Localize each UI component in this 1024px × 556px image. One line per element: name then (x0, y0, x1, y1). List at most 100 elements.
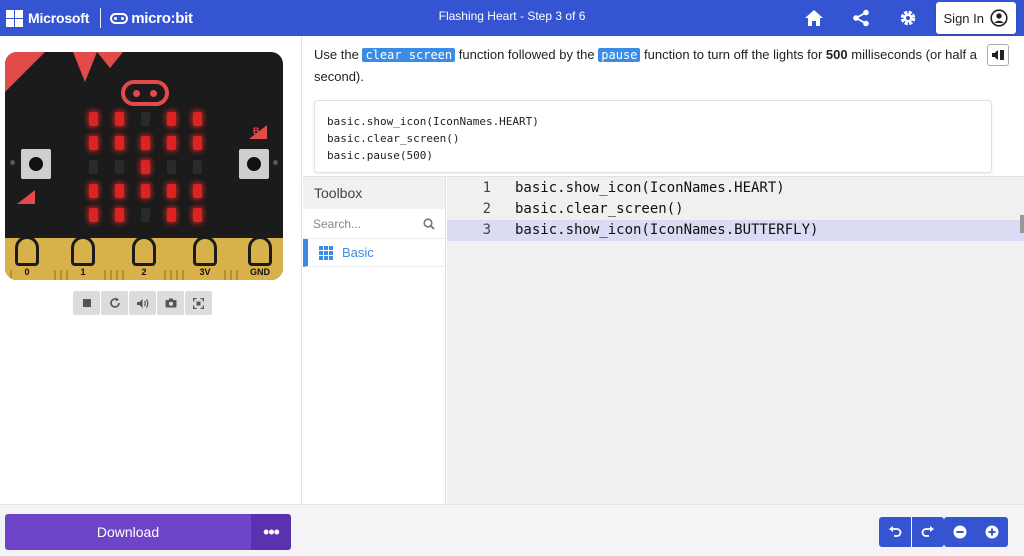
redo-icon[interactable] (912, 517, 944, 547)
line-number: 3 (482, 222, 491, 238)
led (193, 184, 202, 198)
gear-icon[interactable] (885, 0, 932, 36)
led (89, 208, 98, 222)
pin-2[interactable] (132, 236, 156, 266)
pin-label: 0 (24, 267, 30, 277)
microbit-logo-on-board (121, 80, 169, 106)
line-number: 2 (482, 201, 491, 217)
pin-1[interactable] (71, 236, 95, 266)
brand-name: Microsoft (28, 10, 90, 26)
instr-text: function to turn off the lights for (644, 47, 823, 62)
undo-icon[interactable] (879, 517, 911, 547)
led (89, 184, 98, 198)
led (193, 160, 202, 174)
zoom-out-icon[interactable] (944, 517, 976, 547)
led (193, 208, 202, 222)
toolbox-search-input[interactable]: Search... (303, 209, 445, 239)
led (115, 136, 124, 150)
led (193, 136, 202, 150)
pin-0[interactable] (15, 236, 39, 266)
led (141, 208, 150, 222)
simulator-panel: A B 0 1 2 3V GND (0, 36, 302, 504)
pin-label: 2 (141, 267, 147, 277)
zoom-in-icon[interactable] (976, 517, 1008, 547)
led (141, 184, 150, 198)
pin-label: 3V (199, 267, 211, 277)
button-a[interactable] (21, 149, 51, 179)
more-options-button[interactable]: ••• (251, 514, 291, 550)
screenshot-icon[interactable] (157, 291, 184, 315)
led (167, 160, 176, 174)
toolbox-panel: Toolbox Search... Basic (303, 176, 446, 504)
code-hint-box: basic.show_icon(IconNames.HEART) basic.c… (314, 100, 992, 173)
pin-gnd[interactable] (248, 236, 272, 266)
nav-actions: Sign In (791, 0, 1024, 36)
product-name: micro:bit (131, 9, 193, 27)
microbit-board[interactable]: A B 0 1 2 3V GND (5, 52, 283, 280)
microsoft-logo-icon (6, 9, 23, 27)
toolbox-category-label: Basic (342, 245, 374, 260)
top-navbar: Microsoft micro:bit Flashing Heart - Ste… (0, 0, 1024, 36)
share-icon[interactable] (838, 0, 885, 36)
toolbox-category-basic[interactable]: Basic (303, 239, 445, 267)
stop-icon[interactable] (73, 291, 100, 315)
footer-bar: Download ••• (0, 504, 1024, 556)
editor-scrollbar[interactable] (1020, 215, 1024, 233)
code-line-active[interactable]: 3 basic.show_icon(IconNames.BUTTERFLY) (447, 220, 1024, 241)
toolbox-search-placeholder: Search... (313, 216, 362, 231)
brand[interactable]: Microsoft micro:bit (0, 0, 193, 36)
led (115, 112, 124, 126)
button-a-label: A (17, 190, 35, 206)
board-corner-decoration (5, 52, 123, 92)
search-icon[interactable] (423, 217, 435, 230)
code-editor[interactable]: 1 basic.show_icon(IconNames.HEART) 2 bas… (447, 176, 1024, 504)
title-separator: - (520, 9, 528, 23)
sound-icon[interactable] (129, 291, 156, 315)
led (193, 112, 202, 126)
led (89, 160, 98, 174)
microbit-logo-icon (110, 12, 129, 24)
ms-value: 500 (825, 47, 848, 62)
pin-3v[interactable] (193, 236, 217, 266)
line-code[interactable]: basic.clear_screen() (515, 199, 684, 220)
home-icon[interactable] (791, 0, 838, 36)
signin-label: Sign In (943, 10, 984, 26)
hint-line: basic.clear_screen() (327, 132, 460, 145)
hint-line: basic.show_icon(IconNames.HEART) (327, 115, 539, 128)
led (115, 184, 124, 198)
clear-screen-highlight: clear screen (362, 48, 456, 62)
led (167, 208, 176, 222)
board-side-dot-right (273, 160, 278, 165)
button-b[interactable] (239, 149, 269, 179)
toolbox-title: Toolbox (303, 177, 445, 209)
line-code[interactable]: basic.show_icon(IconNames.HEART) (515, 178, 785, 199)
led (89, 112, 98, 126)
instr-text: Use the (314, 47, 359, 62)
line-code[interactable]: basic.show_icon(IconNames.BUTTERFLY) (515, 220, 818, 241)
read-aloud-icon[interactable] (987, 44, 1009, 66)
tutorial-instructions: Use the clear screen function followed b… (314, 44, 1016, 87)
line-number: 1 (482, 180, 491, 196)
tutorial-name: Flashing Heart (438, 9, 517, 23)
instr-text: function followed by the (458, 47, 595, 62)
restart-icon[interactable] (101, 291, 128, 315)
grid-icon (319, 245, 333, 260)
pin-label: GND (250, 267, 270, 277)
hint-line: basic.pause(500) (327, 149, 433, 162)
download-button[interactable]: Download (5, 514, 251, 550)
led (167, 136, 176, 150)
led (141, 136, 150, 150)
code-line[interactable]: 2 basic.clear_screen() (447, 199, 1024, 220)
button-b-label: B (249, 125, 267, 141)
fullscreen-icon[interactable] (185, 291, 212, 315)
simulator-toolbar (73, 291, 212, 315)
signin-button[interactable]: Sign In (935, 2, 1016, 34)
code-line[interactable]: 1 basic.show_icon(IconNames.HEART) (447, 178, 1024, 199)
user-circle-icon (990, 9, 1008, 27)
led (115, 208, 124, 222)
led (167, 184, 176, 198)
brand-divider (100, 8, 102, 28)
pin-label: 1 (80, 267, 86, 277)
led (141, 160, 150, 174)
led (115, 160, 124, 174)
